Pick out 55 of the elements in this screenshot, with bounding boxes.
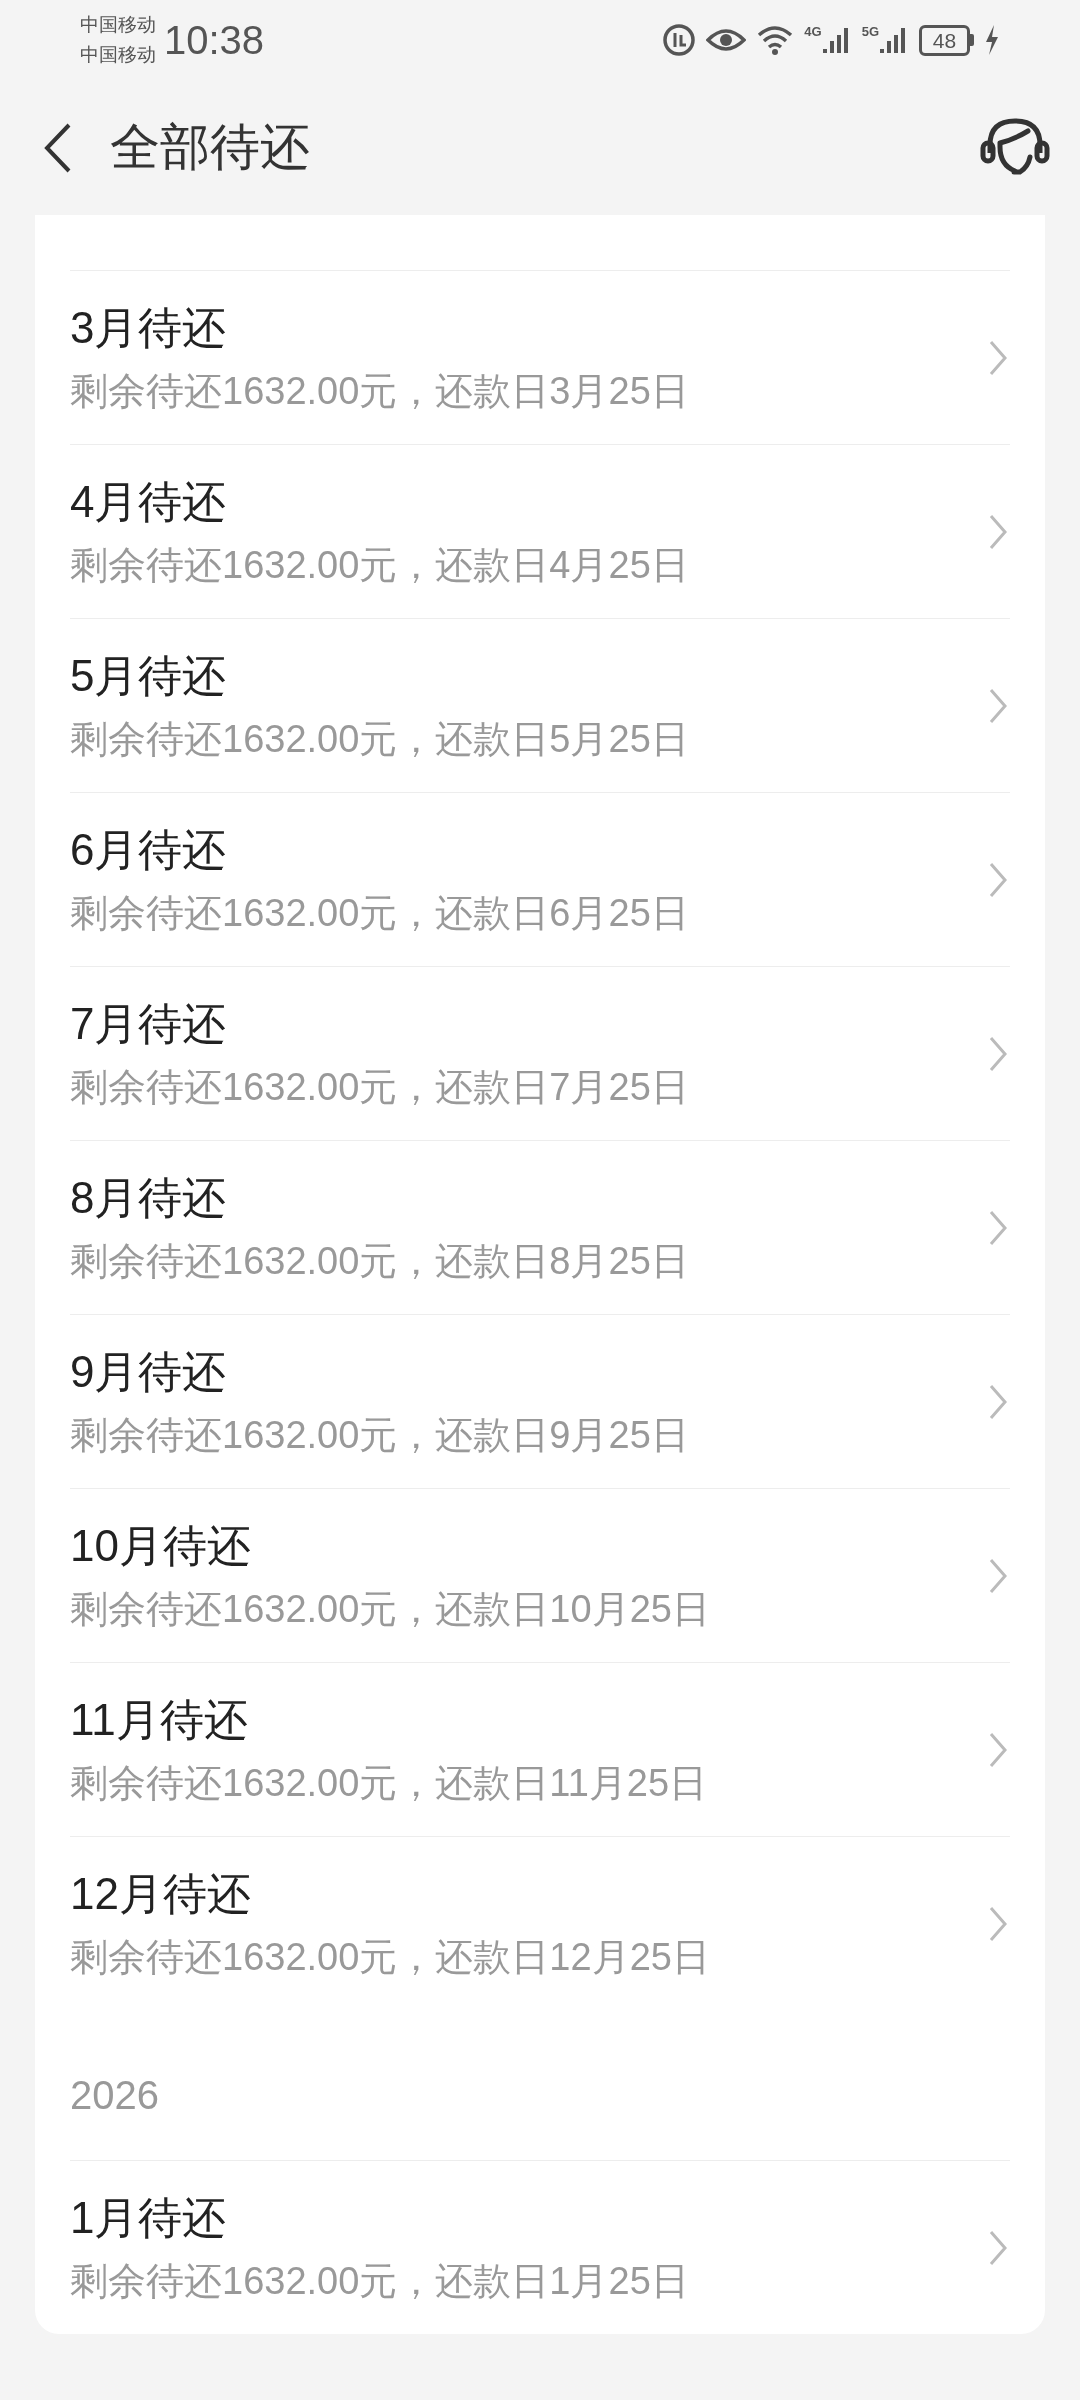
chevron-right-icon — [988, 2228, 1008, 2267]
chevron-right-icon — [988, 686, 1008, 725]
item-detail: 剩余待还1632.00元，还款日10月25日 — [70, 1587, 710, 1632]
repayment-item[interactable]: 11月待还 剩余待还1632.00元，还款日11月25日 — [70, 1663, 1010, 1836]
item-detail: 剩余待还1632.00元，还款日1月25日 — [70, 2259, 689, 2304]
item-title: 5月待还 — [70, 650, 228, 702]
item-detail: 剩余待还1632.00元，还款日5月25日 — [70, 717, 689, 762]
item-title: 8月待还 — [70, 1172, 228, 1224]
item-detail: 剩余待还1632.00元，还款日3月25日 — [70, 369, 689, 414]
page-title: 全部待还 — [110, 118, 310, 177]
item-detail: 剩余待还1632.00元，还款日7月25日 — [70, 1065, 689, 1110]
repayment-item[interactable]: 1月待还 剩余待还1632.00元，还款日1月25日 — [70, 2161, 1010, 2334]
item-title: 6月待还 — [70, 824, 228, 876]
eye-icon — [706, 26, 747, 54]
chevron-right-icon — [988, 1382, 1008, 1421]
repayment-item[interactable]: 10月待还 剩余待还1632.00元，还款日10月25日 — [70, 1489, 1010, 1662]
chevron-right-icon — [988, 1208, 1008, 1247]
item-detail: 剩余待还1632.00元，还款日6月25日 — [70, 891, 689, 936]
item-title: 12月待还 — [70, 1868, 252, 1920]
clock-time: 10:38 — [164, 17, 265, 64]
item-title: 3月待还 — [70, 302, 228, 354]
repayment-item[interactable]: 5月待还 剩余待还1632.00元，还款日5月25日 — [70, 619, 1010, 792]
network-type-label: 5G — [861, 25, 879, 38]
wifi-icon — [756, 24, 795, 56]
chevron-right-icon — [988, 1556, 1008, 1595]
repayment-item[interactable]: 4月待还 剩余待还1632.00元，还款日4月25日 — [70, 445, 1010, 618]
chevron-right-icon — [988, 1034, 1008, 1073]
item-detail: 剩余待还1632.00元，还款日4月25日 — [70, 543, 689, 588]
chevron-right-icon — [988, 1904, 1008, 1943]
repayment-item[interactable]: 12月待还 剩余待还1632.00元，还款日12月25日 — [70, 1837, 1010, 2010]
repayment-item[interactable]: 7月待还 剩余待还1632.00元，还款日7月25日 — [70, 967, 1010, 1140]
year-heading: 2026 — [70, 2072, 159, 2119]
item-detail: 剩余待还1632.00元，还款日12月25日 — [70, 1935, 710, 1980]
chevron-right-icon — [988, 1730, 1008, 1769]
battery-indicator: 48 — [919, 24, 970, 56]
repayment-item[interactable]: 6月待还 剩余待还1632.00元，还款日6月25日 — [70, 793, 1010, 966]
charging-icon — [984, 24, 1000, 56]
item-title: 4月待还 — [70, 476, 228, 528]
repayment-item[interactable]: 9月待还 剩余待还1632.00元，还款日9月25日 — [70, 1315, 1010, 1488]
repayment-item[interactable]: 3月待还 剩余待还1632.00元，还款日3月25日 — [70, 271, 1010, 444]
item-title: 7月待还 — [70, 998, 228, 1050]
item-title: 9月待还 — [70, 1346, 228, 1398]
item-detail: 剩余待还1632.00元，还款日8月25日 — [70, 1239, 689, 1284]
chevron-right-icon — [988, 338, 1008, 377]
item-detail: 剩余待还1632.00元，还款日11月25日 — [70, 1761, 708, 1806]
chevron-right-icon — [988, 512, 1008, 551]
repayment-item[interactable]: 8月待还 剩余待还1632.00元，还款日8月25日 — [70, 1141, 1010, 1314]
item-title: 11月待还 — [70, 1694, 249, 1746]
item-title: 1月待还 — [70, 2192, 228, 2244]
network-type-label: 4G — [804, 25, 822, 38]
item-title: 10月待还 — [70, 1520, 252, 1572]
item-detail: 剩余待还1632.00元，还款日9月25日 — [70, 1413, 689, 1458]
carrier-label: 中国移动 — [80, 43, 156, 67]
chevron-right-icon — [988, 860, 1008, 899]
carrier-label: 中国移动 — [80, 13, 156, 37]
